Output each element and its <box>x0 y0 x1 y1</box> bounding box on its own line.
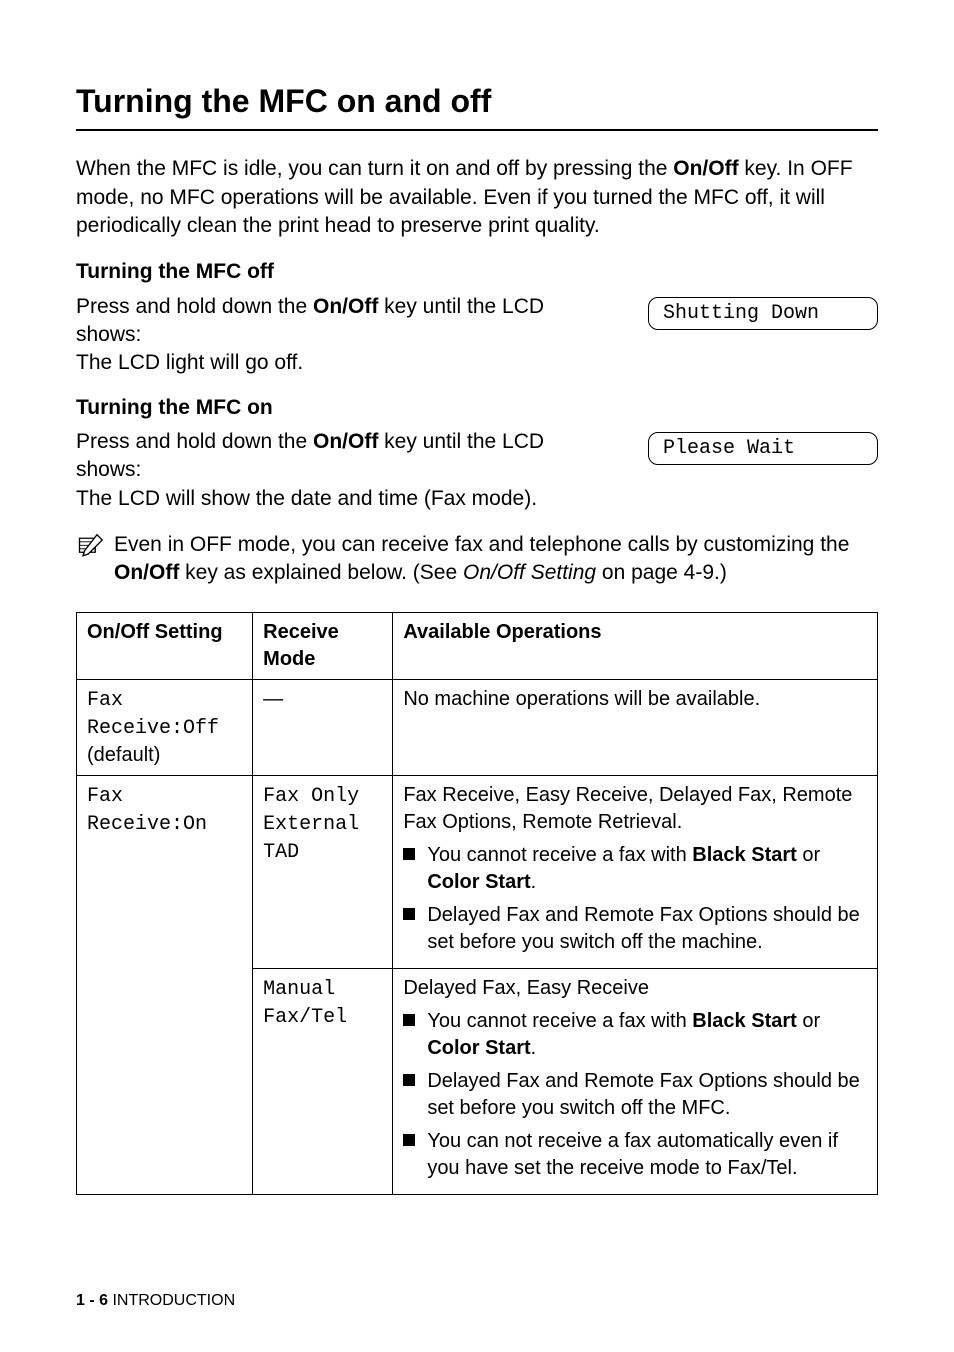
cell-ops-faxonly: Fax Receive, Easy Receive, Delayed Fax, … <box>393 775 878 968</box>
li-text: You cannot receive a fax with <box>427 1010 692 1032</box>
intro-paragraph: When the MFC is idle, you can turn it on… <box>76 155 878 240</box>
cell-ops-manual: Delayed Fax, Easy Receive You cannot rec… <box>393 968 878 1194</box>
off-text-b: On/Off <box>313 295 378 318</box>
mode-faxonly: Fax Only <box>263 785 359 808</box>
note-a: Even in OFF mode, you can receive fax an… <box>114 533 849 556</box>
cell-ops-off: No machine operations will be available. <box>393 679 878 775</box>
li-text: You can not receive a fax automatically … <box>427 1128 867 1182</box>
ops-intro-3: Delayed Fax, Easy Receive <box>403 977 649 999</box>
note-b: On/Off <box>114 561 179 584</box>
setting-on-mono: Fax Receive:On <box>87 785 207 836</box>
li-text-bold: Black Start <box>692 1010 797 1032</box>
cell-mode-manual: Manual Fax/Tel <box>253 968 393 1194</box>
square-bullet-icon <box>403 848 415 860</box>
table-row: Fax Receive:On Fax Only External TAD Fax… <box>77 775 878 968</box>
on-text-b: On/Off <box>313 430 378 453</box>
page-footer: 1 - 6 INTRODUCTION <box>76 1290 235 1312</box>
note-e: on page 4-9.) <box>596 561 727 584</box>
section-off-after: The LCD light will go off. <box>76 349 878 377</box>
section-off-instruction: Press and hold down the On/Off key until… <box>76 293 608 350</box>
li-text-bold: Color Start <box>427 1037 530 1059</box>
mode-faxtel: Fax/Tel <box>263 1006 347 1029</box>
section-on-title: Turning the MFC on <box>76 394 878 422</box>
section-on-after: The LCD will show the date and time (Fax… <box>76 485 878 513</box>
list-item: Delayed Fax and Remote Fax Options shoul… <box>403 1068 867 1122</box>
li-text-bold: Black Start <box>692 844 797 866</box>
li-text: You cannot receive a fax with <box>427 844 692 866</box>
section-on-instruction: Press and hold down the On/Off key until… <box>76 428 608 485</box>
note-d: On/Off Setting <box>463 561 596 584</box>
list-item: Delayed Fax and Remote Fax Options shoul… <box>403 902 867 956</box>
off-text-a: Press and hold down the <box>76 295 313 318</box>
note-text: Even in OFF mode, you can receive fax an… <box>114 531 878 588</box>
setting-off-mono: Fax Receive:Off <box>87 689 219 740</box>
cell-setting-on: Fax Receive:On <box>77 775 253 1194</box>
th-setting: On/Off Setting <box>77 612 253 679</box>
setting-off-default: (default) <box>87 744 160 766</box>
th-ops: Available Operations <box>393 612 878 679</box>
li-text: . <box>531 871 537 893</box>
on-text-a: Press and hold down the <box>76 430 313 453</box>
square-bullet-icon <box>403 908 415 920</box>
footer-page: 1 - 6 <box>76 1292 108 1309</box>
square-bullet-icon <box>403 1134 415 1146</box>
cell-setting-off: Fax Receive:Off (default) <box>77 679 253 775</box>
lcd-display-off: Shutting Down <box>648 297 878 330</box>
section-off-title: Turning the MFC off <box>76 258 878 286</box>
list-item: You can not receive a fax automatically … <box>403 1128 867 1182</box>
list-item: You cannot receive a fax with Black Star… <box>403 1008 867 1062</box>
mode-externaltad: External TAD <box>263 813 359 864</box>
ops-intro-2: Fax Receive, Easy Receive, Delayed Fax, … <box>403 784 852 833</box>
th-mode: Receive Mode <box>253 612 393 679</box>
footer-section: INTRODUCTION <box>108 1292 235 1309</box>
mode-manual: Manual <box>263 978 335 1001</box>
li-text: Delayed Fax and Remote Fax Options shoul… <box>427 1068 867 1122</box>
section-on-row: Press and hold down the On/Off key until… <box>76 428 878 485</box>
note-block: Even in OFF mode, you can receive fax an… <box>76 531 878 588</box>
intro-text-b: On/Off <box>673 157 738 180</box>
page-heading: Turning the MFC on and off <box>76 80 878 131</box>
li-text-bold: Color Start <box>427 871 530 893</box>
settings-table: On/Off Setting Receive Mode Available Op… <box>76 612 878 1195</box>
list-item: You cannot receive a fax with Black Star… <box>403 842 867 896</box>
li-text: or <box>797 1010 820 1032</box>
section-off-row: Press and hold down the On/Off key until… <box>76 293 878 350</box>
cell-mode-off: — <box>253 679 393 775</box>
intro-text-a: When the MFC is idle, you can turn it on… <box>76 157 673 180</box>
note-c: key as explained below. (See <box>179 561 463 584</box>
li-text: Delayed Fax and Remote Fax Options shoul… <box>427 902 867 956</box>
table-row: Fax Receive:Off (default) — No machine o… <box>77 679 878 775</box>
cell-mode-faxonly: Fax Only External TAD <box>253 775 393 968</box>
square-bullet-icon <box>403 1014 415 1026</box>
square-bullet-icon <box>403 1074 415 1086</box>
lcd-display-on: Please Wait <box>648 432 878 465</box>
li-text: . <box>531 1037 537 1059</box>
note-icon <box>76 533 104 569</box>
li-text: or <box>797 844 820 866</box>
